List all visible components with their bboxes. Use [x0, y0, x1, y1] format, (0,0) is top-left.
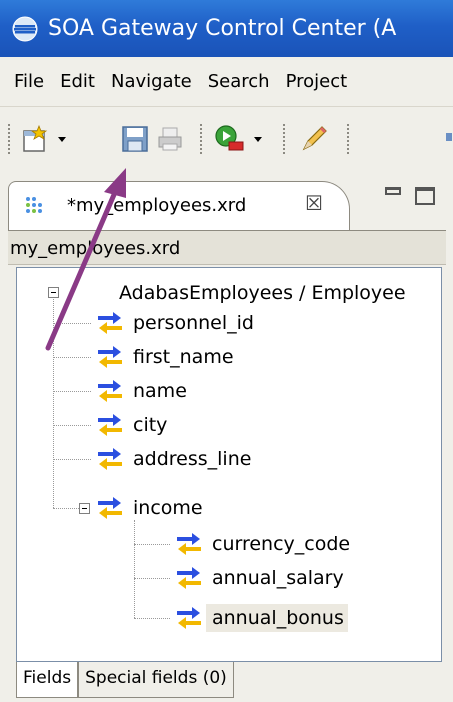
tree-field-name[interactable]: name: [93, 374, 191, 408]
field-mapping-icon: [177, 533, 201, 555]
field-mapping-icon: [98, 346, 122, 368]
tree-root-label: AdabasEmployees / Employee: [119, 282, 406, 304]
tree-field-annual-bonus[interactable]: annual_bonus: [172, 601, 348, 635]
tree-field-currency-code[interactable]: currency_code: [172, 527, 354, 561]
field-label: annual_bonus: [206, 604, 348, 632]
print-icon[interactable]: [156, 125, 184, 153]
tree-connector: [53, 425, 91, 426]
menu-project[interactable]: Project: [286, 71, 348, 92]
tree-connector: [134, 618, 170, 619]
field-label: address_line: [133, 448, 252, 470]
tree-field-annual-salary[interactable]: annual_salary: [172, 561, 348, 595]
field-label: first_name: [133, 346, 234, 368]
editor-tab-label: *my_employees.xrd: [67, 195, 247, 216]
field-label: currency_code: [212, 533, 351, 555]
toolbar-separator: [283, 124, 285, 154]
tree-field-first-name[interactable]: first_name: [93, 340, 238, 374]
minimize-view-icon[interactable]: [385, 187, 401, 195]
file-path-bar: my_employees.xrd: [8, 231, 446, 265]
editor-tab-strip: *my_employees.xrd ☒: [8, 175, 446, 231]
toolbar-separator: [347, 124, 349, 154]
window-title: SOA Gateway Control Center (A: [48, 16, 397, 41]
menu-edit[interactable]: Edit: [60, 71, 95, 92]
tab-fields[interactable]: Fields: [16, 662, 79, 698]
tree-connector: [134, 544, 170, 545]
field-label: annual_salary: [212, 567, 344, 589]
new-dropdown-icon[interactable]: [57, 136, 67, 144]
tree-connector: [53, 459, 91, 460]
toolbar-overflow-icon[interactable]: [446, 131, 453, 143]
field-mapping-icon: [98, 380, 122, 402]
close-icon[interactable]: ☒: [305, 191, 323, 215]
pencil-icon[interactable]: [300, 123, 330, 153]
menu-search[interactable]: Search: [208, 71, 270, 92]
field-tree[interactable]: AdabasEmployees / Employee personnel_id …: [16, 267, 442, 662]
toolbar: [0, 108, 453, 168]
toolbar-separator: [200, 124, 202, 154]
editor-tab[interactable]: *my_employees.xrd ☒: [8, 181, 350, 231]
field-mapping-icon: [177, 567, 201, 589]
app-icon: [12, 16, 38, 41]
run-dropdown-icon[interactable]: [253, 136, 263, 144]
field-mapping-icon: [98, 312, 122, 334]
menu-file[interactable]: File: [14, 71, 44, 92]
maximize-view-icon[interactable]: [415, 187, 435, 205]
collapse-income-icon[interactable]: [79, 503, 90, 514]
tree-connector: [53, 357, 91, 358]
editor-view: *my_employees.xrd ☒ my_employees.xrd Ada…: [8, 175, 446, 702]
file-path-label: my_employees.xrd: [10, 238, 181, 259]
field-mapping-icon: [98, 497, 122, 519]
field-label: name: [133, 380, 187, 402]
collapse-root-icon[interactable]: [48, 287, 59, 298]
menu-navigate[interactable]: Navigate: [111, 71, 192, 92]
tree-field-city[interactable]: city: [93, 408, 171, 442]
tree-connector: [53, 323, 91, 324]
field-mapping-icon: [98, 414, 122, 436]
tree-field-personnel-id[interactable]: personnel_id: [93, 306, 258, 340]
field-label: city: [133, 414, 168, 436]
tree-connector: [134, 578, 170, 579]
new-wizard-icon[interactable]: [22, 125, 52, 153]
group-label: income: [133, 497, 203, 519]
run-icon[interactable]: [214, 124, 246, 154]
tree-connector: [134, 520, 135, 618]
toolbar-separator: [8, 124, 10, 154]
tree-connector: [53, 299, 54, 508]
field-mapping-icon: [177, 607, 201, 629]
tree-connector: [53, 508, 79, 509]
tree-field-address-line[interactable]: address_line: [93, 442, 255, 476]
tree-group-income[interactable]: income: [93, 491, 207, 525]
xrd-file-icon: [26, 197, 42, 213]
title-bar: SOA Gateway Control Center (A: [0, 0, 453, 57]
menu-bar: File Edit Navigate Search Project: [0, 57, 453, 107]
tree-root[interactable]: AdabasEmployees / Employee: [119, 276, 406, 310]
editor-bottom-tabs: Fields Special fields (0): [16, 662, 234, 698]
tree-connector: [53, 391, 91, 392]
field-mapping-icon: [98, 448, 122, 470]
save-icon[interactable]: [121, 125, 149, 153]
tab-special-fields[interactable]: Special fields (0): [78, 662, 234, 698]
field-label: personnel_id: [133, 312, 254, 334]
